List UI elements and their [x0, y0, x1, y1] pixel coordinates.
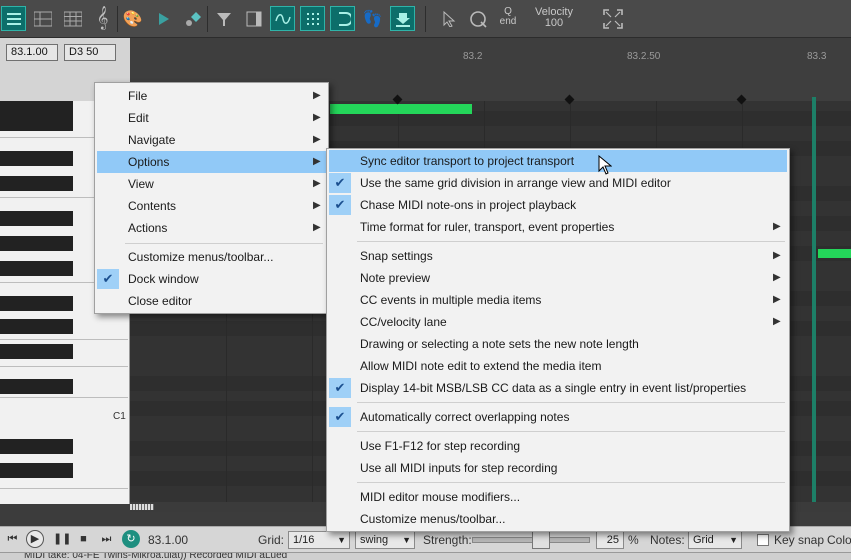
color-mode-label: Colo: [827, 533, 851, 547]
note-pitch-field[interactable]: D3 50: [64, 44, 116, 61]
option-same-grid-division[interactable]: ✔ Use the same grid division in arrange v…: [329, 172, 787, 194]
scroll-thumb[interactable]: [130, 504, 154, 510]
option-all-midi-inputs-step[interactable]: Use all MIDI inputs for step recording: [329, 457, 787, 479]
menu-item-close-editor[interactable]: Close editor: [97, 290, 326, 312]
option-drawing-sets-length[interactable]: Drawing or selecting a note sets the new…: [329, 333, 787, 355]
option-cc-velocity-lane[interactable]: CC/velocity lane ▶: [329, 311, 787, 333]
option-mouse-modifiers[interactable]: MIDI editor mouse modifiers...: [329, 486, 787, 508]
checkmark-icon: ✔: [329, 195, 351, 215]
quantize-sub-label: end: [499, 16, 517, 27]
velocity-value: 100: [544, 17, 564, 29]
midi-note[interactable]: [330, 104, 472, 114]
transport-time: 83.1.00: [148, 533, 189, 547]
quantize-circle-icon[interactable]: [465, 6, 490, 31]
toolbar: 𝄞 🎨 👣 Q end Velocity 100: [0, 0, 851, 38]
checkmark-icon: ✔: [329, 407, 351, 427]
event-list-view-icon[interactable]: [60, 6, 85, 31]
ruler-label: 83.3: [807, 51, 827, 62]
playhead-cursor[interactable]: [812, 97, 816, 502]
skip-start-icon[interactable]: ⏮: [6, 533, 19, 546]
option-sync-transport[interactable]: Sync editor transport to project transpo…: [329, 150, 787, 172]
menu-separator: [125, 243, 323, 244]
strength-slider[interactable]: [472, 537, 590, 543]
fullscreen-icon[interactable]: [600, 6, 625, 31]
options-submenu: Sync editor transport to project transpo…: [326, 148, 790, 532]
menu-item-options[interactable]: Options ▶: [97, 151, 326, 173]
option-correct-overlapping[interactable]: ✔ Automatically correct overlapping notes: [329, 406, 787, 428]
color-palette-icon[interactable]: 🎨: [120, 6, 145, 31]
checkmark-icon: ✔: [329, 173, 351, 193]
status-text: MIDI take: 04-FE Twins-Mikroa.ulat)) Rec…: [24, 552, 288, 560]
footprints-icon[interactable]: 👣: [360, 6, 385, 31]
filter-icon[interactable]: [211, 6, 236, 31]
option-f1-f12-step[interactable]: Use F1-F12 for step recording: [329, 435, 787, 457]
key-snap-label: Key snap: [774, 533, 825, 547]
menu-separator: [357, 402, 785, 403]
grid-label: Grid:: [258, 533, 285, 547]
strength-label: Strength:: [423, 533, 472, 547]
main-context-menu: File ▶ Edit ▶ Navigate ▶ Options ▶ View ▶ Con…: [94, 82, 329, 314]
play-icon[interactable]: ▶: [26, 530, 44, 548]
mouse-cursor-icon: [598, 154, 613, 178]
option-note-preview[interactable]: Note preview ▶: [329, 267, 787, 289]
strength-slider-thumb[interactable]: [532, 531, 550, 549]
menu-separator: [357, 431, 785, 432]
grid-dots-icon[interactable]: [300, 6, 325, 31]
octave-label-c1: C1: [113, 411, 126, 422]
key-snap-checkbox[interactable]: [757, 534, 769, 546]
option-cc-events-multiple[interactable]: CC events in multiple media items ▶: [329, 289, 787, 311]
piano-roll-view-icon[interactable]: [1, 6, 26, 31]
loop-repeat-icon[interactable]: ↻: [122, 530, 140, 548]
loop-curve-icon[interactable]: [270, 6, 295, 31]
menu-item-edit[interactable]: Edit ▶: [97, 107, 326, 129]
velocity-control[interactable]: Velocity 100: [530, 7, 578, 29]
option-14bit-cc[interactable]: ✔ Display 14-bit MSB/LSB CC data as a sin…: [329, 377, 787, 399]
color-play-icon[interactable]: [150, 6, 175, 31]
checkmark-icon: ✔: [97, 269, 119, 289]
option-chase-note-ons[interactable]: ✔ Chase MIDI note-ons in project playback: [329, 194, 787, 216]
option-customize-menus[interactable]: Customize menus/toolbar...: [329, 508, 787, 530]
swing-select[interactable]: swing ▼: [355, 531, 415, 549]
skip-end-icon[interactable]: ⏭: [100, 533, 113, 546]
pause-icon[interactable]: ❚❚: [53, 533, 71, 546]
menu-item-file[interactable]: File ▶: [97, 85, 326, 107]
notes-label: Notes:: [650, 533, 685, 547]
pointer-arrow-icon[interactable]: [436, 6, 461, 31]
checkmark-icon: ✔: [329, 378, 351, 398]
menu-item-customize[interactable]: Customize menus/toolbar...: [97, 246, 326, 268]
sidebar-panel-icon[interactable]: [241, 6, 266, 31]
quantize-end-toggle[interactable]: Q end: [496, 7, 520, 27]
menu-item-actions[interactable]: Actions ▶: [97, 217, 326, 239]
menu-separator: [357, 482, 785, 483]
menu-item-navigate[interactable]: Navigate ▶: [97, 129, 326, 151]
import-down-icon[interactable]: [390, 6, 415, 31]
option-snap-settings[interactable]: Snap settings ▶: [329, 245, 787, 267]
snap-magnet-icon[interactable]: [330, 6, 355, 31]
percent-label: %: [628, 533, 639, 547]
ruler-label: 83.2.50: [627, 51, 661, 62]
ruler-label: 83.2: [463, 51, 483, 62]
color-diamond-icon[interactable]: [180, 6, 205, 31]
strength-value-field[interactable]: 25: [596, 531, 624, 549]
menu-item-dock-window[interactable]: ✔ Dock window: [97, 268, 326, 290]
cursor-position-field[interactable]: 83.1.00: [6, 44, 58, 61]
status-bar: MIDI take: 04-FE Twins-Mikroa.ulat)) Rec…: [0, 552, 851, 560]
midi-note[interactable]: [818, 249, 851, 258]
menu-separator: [357, 241, 785, 242]
option-time-format[interactable]: Time format for ruler, transport, event …: [329, 216, 787, 238]
menu-item-view[interactable]: View ▶: [97, 173, 326, 195]
musical-notation-icon[interactable]: 𝄞: [90, 6, 115, 31]
notes-length-select[interactable]: Grid ▼: [688, 531, 742, 549]
named-notes-view-icon[interactable]: [30, 6, 55, 31]
option-allow-extend-item[interactable]: Allow MIDI note edit to extend the media…: [329, 355, 787, 377]
grid-division-select[interactable]: 1/16 ▼: [288, 531, 350, 549]
stop-icon[interactable]: ■: [77, 533, 90, 546]
menu-item-contents[interactable]: Contents ▶: [97, 195, 326, 217]
